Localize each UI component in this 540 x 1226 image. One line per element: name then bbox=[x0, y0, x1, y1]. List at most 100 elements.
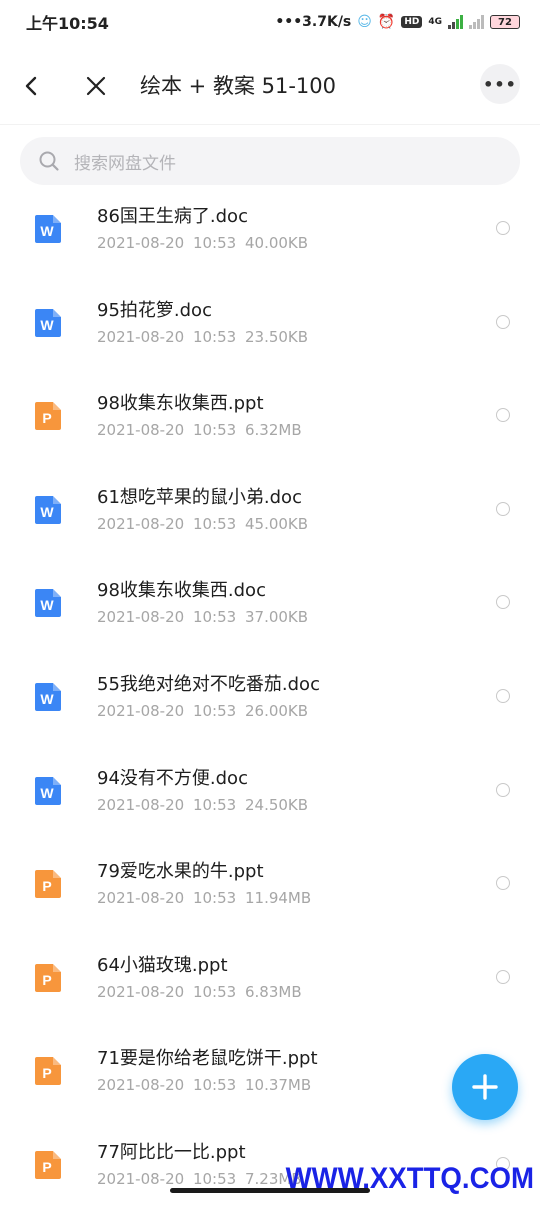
file-date: 2021-08-20 bbox=[97, 421, 185, 440]
plus-icon bbox=[472, 1074, 498, 1100]
file-name: 64小猫玫瑰.ppt bbox=[97, 954, 228, 976]
file-size: 6.32MB bbox=[244, 421, 302, 440]
net-type: 4G bbox=[428, 17, 442, 27]
file-size: 37.00KB bbox=[244, 608, 309, 627]
net-speed: •••3.7K/s bbox=[275, 14, 352, 30]
signal-2-icon bbox=[469, 15, 484, 29]
search-icon bbox=[39, 151, 59, 171]
doc-file-icon: W bbox=[35, 308, 61, 337]
doc-file-icon: W bbox=[35, 776, 61, 805]
file-time: 10:53 bbox=[192, 1169, 237, 1188]
select-checkbox[interactable] bbox=[496, 782, 510, 797]
file-name: 94没有不方便.doc bbox=[97, 767, 248, 789]
file-size: 10.37MB bbox=[244, 1076, 312, 1095]
page-title: 绘本 + 教案 51-100 bbox=[140, 74, 337, 98]
status-bar: 上午10:54 •••3.7K/s ☺ ⏰ HD 4G 72 bbox=[0, 0, 540, 44]
status-time: 上午10:54 bbox=[26, 14, 109, 33]
file-date: 2021-08-20 bbox=[97, 1076, 185, 1095]
file-row[interactable]: W 94没有不方便.doc 2021-08-20 10:53 24.50KB bbox=[0, 758, 540, 852]
svg-text:W: W bbox=[40, 223, 54, 239]
doc-file-icon: W bbox=[35, 495, 61, 524]
file-name: 98收集东收集西.ppt bbox=[97, 393, 264, 415]
svg-text:P: P bbox=[42, 878, 51, 894]
file-row[interactable]: P 79爱吃水果的牛.ppt 2021-08-20 10:53 11.94MB bbox=[0, 851, 540, 945]
file-time: 10:53 bbox=[192, 608, 237, 627]
svg-text:P: P bbox=[42, 410, 51, 426]
select-checkbox[interactable] bbox=[496, 969, 510, 984]
file-date: 2021-08-20 bbox=[97, 982, 185, 1001]
file-row[interactable]: P 98收集东收集西.ppt 2021-08-20 10:53 6.32MB bbox=[0, 383, 540, 477]
file-name: 95拍花箩.doc bbox=[97, 299, 212, 321]
file-date: 2021-08-20 bbox=[97, 701, 185, 720]
select-checkbox[interactable] bbox=[496, 408, 510, 423]
status-icons: •••3.7K/s ☺ ⏰ HD 4G 72 bbox=[275, 14, 520, 30]
file-name: 61想吃苹果的鼠小弟.doc bbox=[97, 486, 302, 508]
svg-text:P: P bbox=[42, 972, 51, 988]
alarm-icon: ⏰ bbox=[377, 14, 396, 30]
file-name: 77阿比比一比.ppt bbox=[97, 1141, 246, 1163]
search-input[interactable]: 搜索网盘文件 bbox=[20, 137, 520, 185]
select-checkbox[interactable] bbox=[496, 595, 510, 610]
svg-text:W: W bbox=[40, 597, 54, 613]
svg-text:W: W bbox=[40, 785, 54, 801]
doc-file-icon: W bbox=[35, 682, 61, 711]
select-checkbox[interactable] bbox=[496, 501, 510, 516]
file-time: 10:53 bbox=[192, 795, 237, 814]
file-time: 10:53 bbox=[192, 701, 237, 720]
file-row[interactable]: W 95拍花箩.doc 2021-08-20 10:53 23.50KB bbox=[0, 290, 540, 384]
file-size: 6.83MB bbox=[244, 982, 302, 1001]
file-date: 2021-08-20 bbox=[97, 327, 185, 346]
close-button[interactable] bbox=[74, 64, 118, 108]
file-meta: 2021-08-20 10:53 37.00KB bbox=[97, 608, 308, 626]
file-row[interactable]: P 64小猫玫瑰.ppt 2021-08-20 10:53 6.83MB bbox=[0, 945, 540, 1039]
file-meta: 2021-08-20 10:53 7.23MB bbox=[97, 1170, 302, 1188]
ppt-file-icon: P bbox=[35, 963, 61, 992]
file-row[interactable]: W 55我绝对绝对不吃番茄.doc 2021-08-20 10:53 26.00KB bbox=[0, 664, 540, 758]
more-icon: ••• bbox=[483, 74, 517, 94]
select-checkbox[interactable] bbox=[496, 688, 510, 703]
file-date: 2021-08-20 bbox=[97, 234, 185, 252]
file-name: 55我绝对绝对不吃番茄.doc bbox=[97, 673, 320, 695]
search-placeholder: 搜索网盘文件 bbox=[74, 153, 176, 174]
ppt-file-icon: P bbox=[35, 1150, 61, 1179]
hd-badge: HD bbox=[401, 16, 423, 28]
file-meta: 2021-08-20 10:53 23.50KB bbox=[97, 328, 308, 346]
file-meta: 2021-08-20 10:53 6.32MB bbox=[97, 421, 302, 439]
ppt-file-icon: P bbox=[35, 870, 61, 899]
file-size: 45.00KB bbox=[244, 514, 309, 533]
file-time: 10:53 bbox=[192, 421, 237, 440]
battery-icon: 72 bbox=[490, 15, 520, 29]
svg-text:W: W bbox=[40, 504, 54, 520]
file-size: 24.50KB bbox=[244, 795, 309, 814]
file-size: 26.00KB bbox=[244, 701, 309, 720]
back-button[interactable] bbox=[10, 64, 54, 108]
select-checkbox[interactable] bbox=[496, 876, 510, 891]
select-checkbox[interactable] bbox=[496, 314, 510, 329]
file-date: 2021-08-20 bbox=[97, 608, 185, 627]
file-meta: 2021-08-20 10:53 11.94MB bbox=[97, 889, 311, 907]
file-name: 79爱吃水果的牛.ppt bbox=[97, 861, 264, 883]
header: 绘本 + 教案 51-100 ••• bbox=[0, 58, 540, 114]
file-size: 40.00KB bbox=[244, 234, 309, 252]
doc-file-icon: W bbox=[35, 215, 61, 243]
ppt-file-icon: P bbox=[35, 1057, 61, 1086]
svg-text:P: P bbox=[42, 1065, 51, 1081]
file-time: 10:53 bbox=[192, 234, 237, 252]
add-button[interactable] bbox=[452, 1054, 518, 1120]
signal-icon bbox=[448, 15, 463, 29]
file-row[interactable]: W 61想吃苹果的鼠小弟.doc 2021-08-20 10:53 45.00KB bbox=[0, 477, 540, 571]
header-divider bbox=[0, 124, 540, 125]
file-row[interactable]: W 86国王生病了.doc 2021-08-20 10:53 40.00KB bbox=[0, 196, 540, 290]
close-icon bbox=[86, 76, 106, 96]
file-meta: 2021-08-20 10:53 45.00KB bbox=[97, 515, 308, 533]
file-date: 2021-08-20 bbox=[97, 1169, 185, 1188]
file-row[interactable]: W 98收集东收集西.doc 2021-08-20 10:53 37.00KB bbox=[0, 570, 540, 664]
svg-text:P: P bbox=[42, 1159, 51, 1175]
ppt-file-icon: P bbox=[35, 402, 61, 431]
file-size: 23.50KB bbox=[244, 327, 309, 346]
select-checkbox[interactable] bbox=[496, 221, 510, 235]
doc-file-icon: W bbox=[35, 589, 61, 618]
file-date: 2021-08-20 bbox=[97, 514, 185, 533]
more-button[interactable]: ••• bbox=[480, 64, 520, 104]
watermark: WWW.XXTTQ.COM bbox=[285, 1162, 534, 1195]
